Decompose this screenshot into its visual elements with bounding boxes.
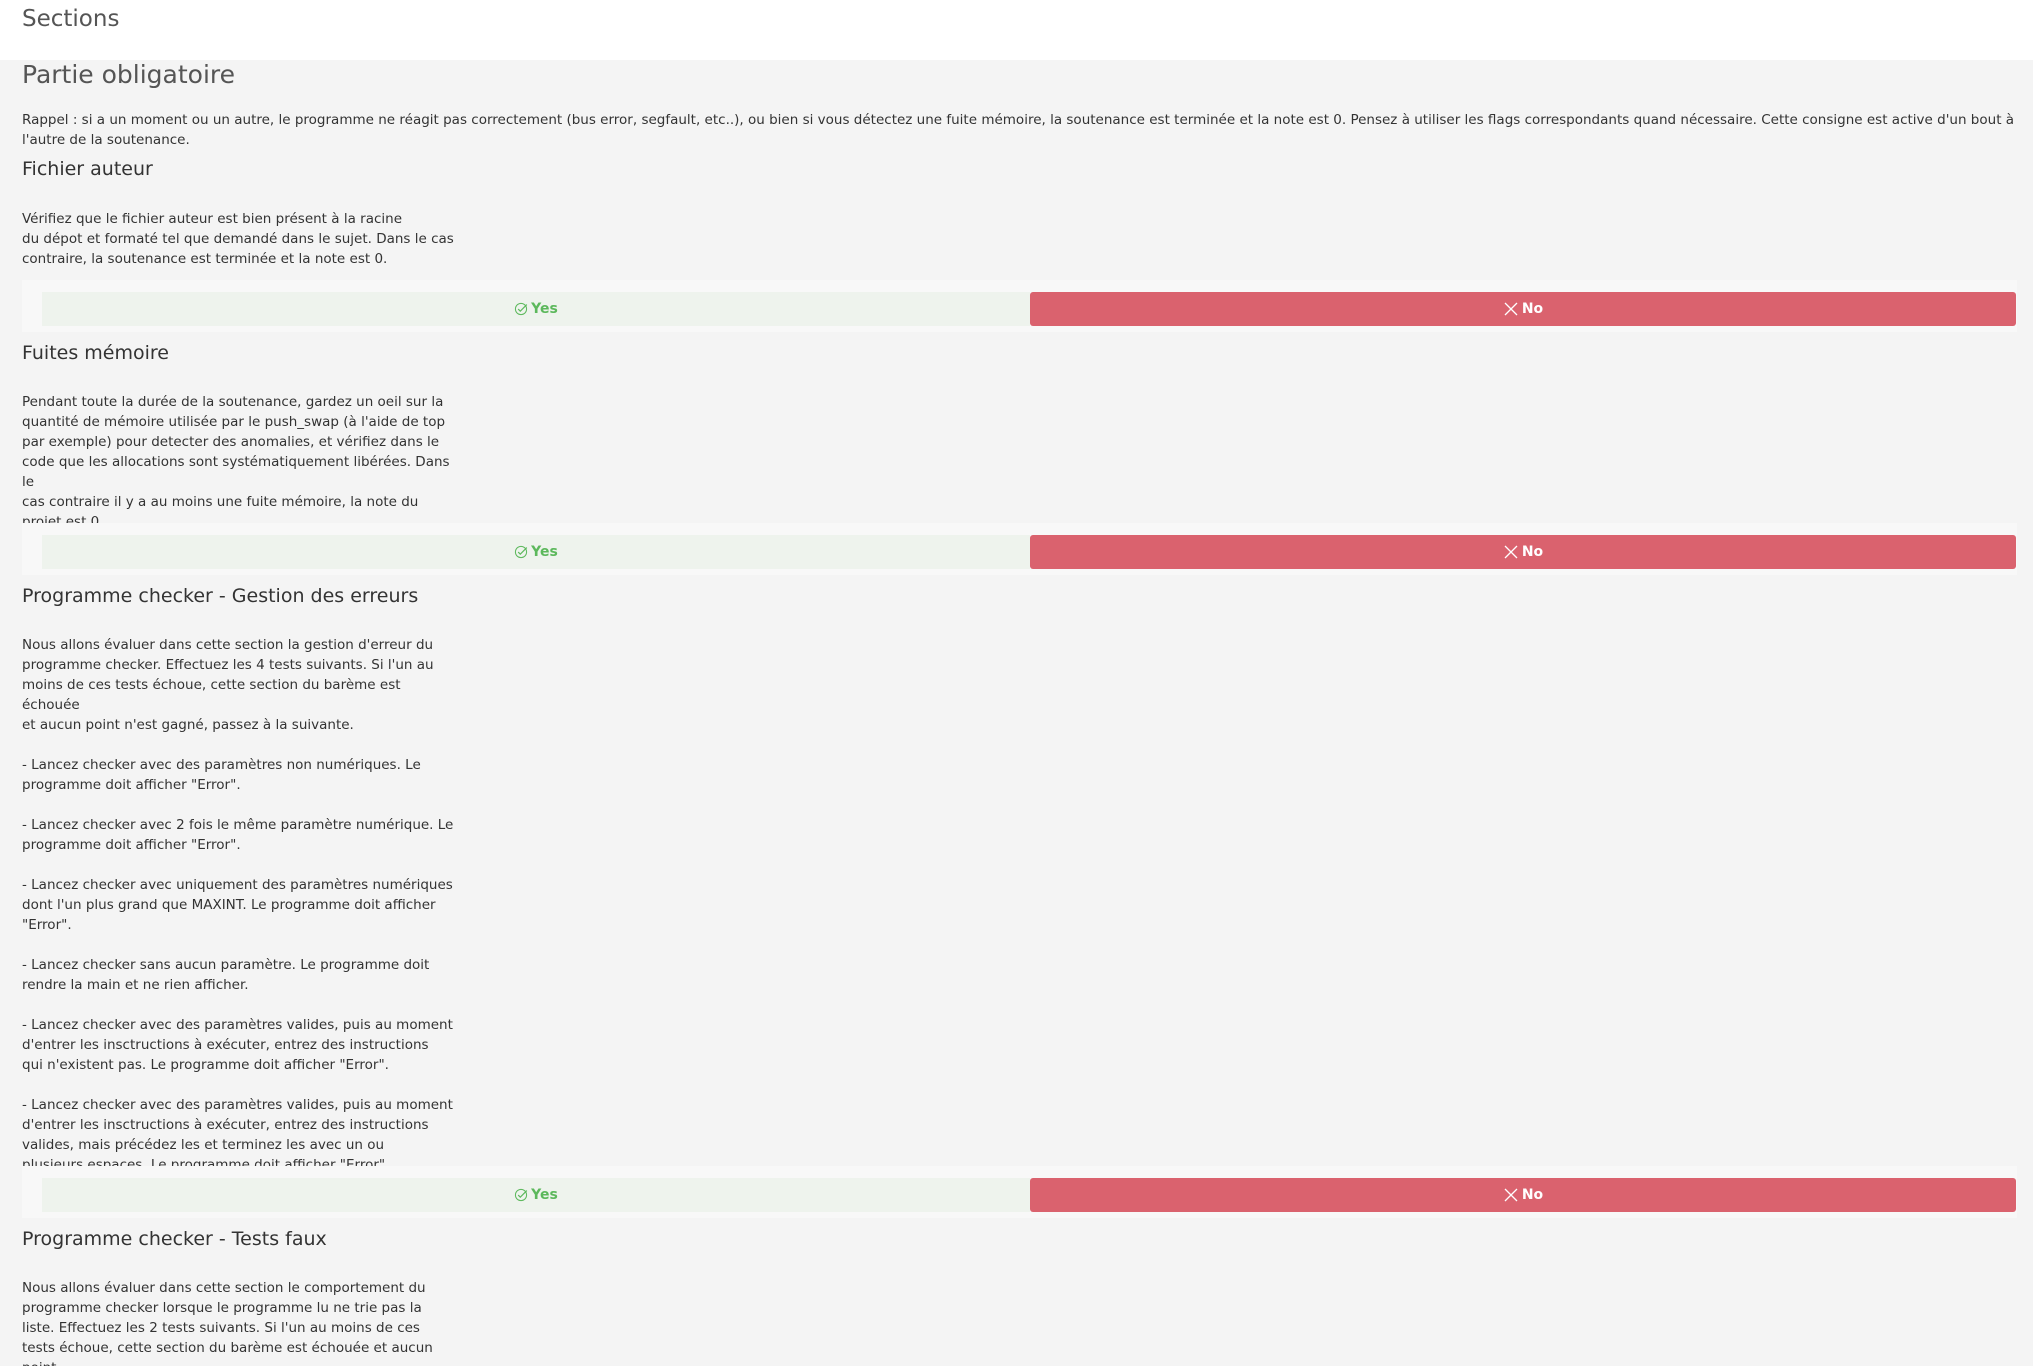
no-button[interactable]: No [1030, 292, 2016, 326]
item-title-fichier-auteur: Fichier auteur [22, 158, 153, 180]
section-title: Partie obligatoire [22, 60, 236, 89]
no-label: No [1521, 301, 1544, 317]
page: Sections Partie obligatoire Rappel : si … [0, 0, 2033, 1366]
item-paragraph: - Lancez checker avec 2 fois le même par… [22, 817, 454, 853]
answer-row: Yes No [22, 1166, 2017, 1218]
no-label: No [1521, 544, 1544, 560]
item-paragraph: Pendant toute la durée de la soutenance,… [22, 394, 450, 530]
yes-button[interactable]: Yes [42, 292, 1030, 326]
answer-row: Yes No [22, 523, 2017, 575]
no-button[interactable]: No [1030, 1178, 2016, 1212]
yes-label: Yes [531, 544, 558, 560]
answer-row: Yes No [22, 280, 2017, 332]
sections-panel: Partie obligatoire Rappel : si a un mome… [0, 60, 2033, 1366]
item-paragraph: Nous allons évaluer dans cette section l… [22, 1280, 433, 1366]
item-description: Nous allons évaluer dans cette section l… [22, 1278, 462, 1366]
item-title-tests-faux: Programme checker - Tests faux [22, 1228, 327, 1250]
item-description: Vérifiez que le fichier auteur est bien … [22, 209, 462, 269]
yes-button[interactable]: Yes [42, 535, 1030, 569]
item-description: Nous allons évaluer dans cette section l… [22, 635, 462, 1175]
close-icon [1503, 301, 1522, 317]
no-button[interactable]: No [1030, 535, 2016, 569]
check-icon [514, 1188, 531, 1202]
item-title-fuites-memoire: Fuites mémoire [22, 342, 169, 364]
yes-label: Yes [531, 301, 558, 317]
item-paragraph: - Lancez checker sans aucun paramètre. L… [22, 957, 430, 993]
item-paragraph: - Lancez checker avec des paramètres val… [22, 1097, 453, 1173]
close-icon [1503, 544, 1522, 560]
no-label: No [1521, 1187, 1544, 1203]
section-reminder: Rappel : si a un moment ou un autre, le … [22, 112, 2015, 148]
item-paragraph: - Lancez checker avec des paramètres val… [22, 1017, 453, 1073]
yes-button[interactable]: Yes [42, 1178, 1030, 1212]
item-paragraph: - Lancez checker avec uniquement des par… [22, 877, 453, 933]
yes-label: Yes [531, 1187, 558, 1203]
page-title: Sections [22, 6, 120, 32]
check-icon [514, 545, 531, 559]
item-paragraph: - Lancez checker avec des paramètres non… [22, 757, 421, 793]
item-paragraph: Vérifiez que le fichier auteur est bien … [22, 211, 454, 267]
item-paragraph: Nous allons évaluer dans cette section l… [22, 637, 434, 733]
close-icon [1503, 1187, 1522, 1203]
item-description: Pendant toute la durée de la soutenance,… [22, 392, 462, 532]
check-icon [514, 302, 531, 316]
item-title-gestion-erreurs: Programme checker - Gestion des erreurs [22, 585, 419, 607]
